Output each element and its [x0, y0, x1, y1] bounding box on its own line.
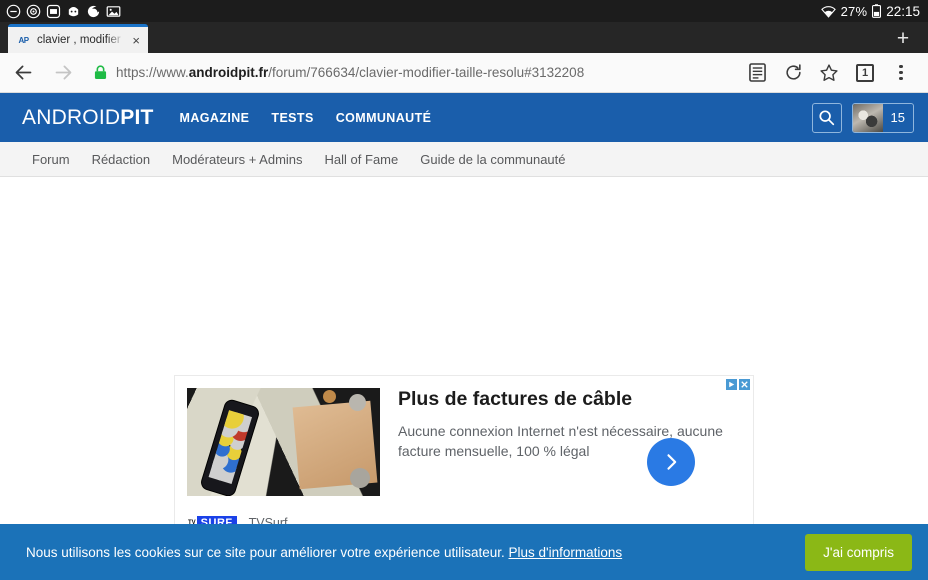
logo-text-pit: PIT	[120, 105, 154, 129]
address-bar[interactable]: https://www.androidpit.fr/forum/766634/c…	[84, 65, 738, 80]
ad-cta-button[interactable]	[647, 438, 695, 486]
ad-copy: Plus de factures de câble Aucune connexi…	[398, 388, 753, 496]
nav-item-tests[interactable]: TESTS	[271, 111, 313, 125]
url-path: /forum/766634/clavier-modifier-taille-re…	[268, 65, 585, 80]
reload-button[interactable]	[776, 54, 810, 92]
status-bar-system-indicators: 27% 22:15	[820, 3, 920, 19]
cookie-accept-button[interactable]: J'ai compris	[805, 533, 912, 571]
nav-item-magazine[interactable]: MAGAZINE	[180, 111, 250, 125]
reload-icon	[785, 64, 801, 80]
back-button[interactable]	[4, 54, 42, 92]
url-text: https://www.androidpit.fr/forum/766634/c…	[116, 65, 584, 80]
bookmark-button[interactable]	[812, 54, 846, 92]
email-circle-icon	[46, 4, 61, 18]
tab-counter-button[interactable]: 1	[848, 54, 882, 92]
notification-count: 15	[890, 110, 905, 125]
search-button[interactable]	[811, 102, 842, 133]
url-domain: androidpit.fr	[188, 65, 269, 80]
subnav-item-hall-of-fame[interactable]: Hall of Fame	[325, 152, 399, 167]
record-circle-icon	[26, 4, 41, 18]
browser-toolbar: https://www.androidpit.fr/forum/766634/c…	[0, 53, 928, 93]
reader-mode-button[interactable]	[740, 54, 774, 92]
subnav-item-forum[interactable]: Forum	[32, 152, 70, 167]
site-header: ANDROIDPIT MAGAZINE TESTS COMMUNAUTÉ 15	[0, 93, 928, 142]
browser-tab-title: clavier , modifier t	[37, 34, 127, 46]
ad-headline: Plus de factures de câble	[398, 388, 633, 410]
status-bar-clock: 22:15	[886, 3, 920, 19]
subnav-item-redaction[interactable]: Rédaction	[92, 152, 151, 167]
page-content: Plus de factures de câble Aucune connexi…	[0, 177, 928, 580]
tab-count: 1	[856, 63, 874, 82]
close-icon[interactable]: ×	[132, 34, 142, 47]
site-logo[interactable]: ANDROIDPIT	[22, 106, 154, 130]
forward-button[interactable]	[44, 54, 82, 92]
androidpit-favicon: AP	[18, 35, 29, 45]
user-menu-button[interactable]: 15	[851, 102, 914, 133]
subnav-item-guide-communaute[interactable]: Guide de la communauté	[420, 152, 565, 167]
chevron-right-icon	[667, 454, 677, 470]
cookie-message: Nous utilisons les cookies sur ce site p…	[26, 545, 622, 560]
wifi-icon	[820, 5, 836, 18]
battery-percent: 27%	[840, 3, 868, 19]
cookie-more-info-link[interactable]: Plus d'informations	[509, 545, 623, 560]
reader-mode-icon	[748, 63, 766, 82]
browser-tab[interactable]: AP clavier , modifier t ×	[8, 24, 148, 53]
firefox-icon	[87, 5, 100, 17]
cookie-consent-banner: Nous utilisons les cookies sur ce site p…	[0, 524, 928, 580]
search-icon	[819, 110, 835, 126]
logo-text-android: ANDROID	[22, 105, 121, 129]
cookie-message-text: Nous utilisons les cookies sur ce site p…	[26, 544, 505, 560]
battery-icon	[872, 4, 882, 18]
status-bar-notification-icons	[6, 4, 121, 19]
close-icon[interactable]	[739, 379, 750, 390]
avatar	[852, 103, 883, 132]
header-right-actions: 15	[811, 102, 914, 133]
theater-masks-icon	[68, 6, 79, 16]
browser-tab-strip: AP clavier , modifier t × +	[0, 22, 928, 53]
nav-item-communaute[interactable]: COMMUNAUTÉ	[336, 111, 432, 125]
adchoices-icon[interactable]	[726, 379, 737, 390]
android-status-bar: 27% 22:15	[0, 0, 928, 22]
forum-subnav: Forum Rédaction Modérateurs + Admins Hal…	[0, 142, 928, 177]
minus-circle-icon	[6, 4, 21, 18]
ad-image	[187, 388, 380, 496]
subnav-item-moderateurs-admins[interactable]: Modérateurs + Admins	[172, 152, 302, 167]
image-icon	[106, 5, 121, 17]
new-tab-button[interactable]: +	[892, 27, 914, 49]
url-scheme: https://www.	[116, 65, 189, 80]
main-nav: MAGAZINE TESTS COMMUNAUTÉ	[180, 111, 432, 125]
ad-controls	[726, 379, 750, 390]
kebab-menu-icon	[899, 64, 903, 81]
browser-menu-button[interactable]	[884, 54, 918, 92]
star-icon	[820, 63, 838, 81]
lock-icon	[94, 65, 107, 79]
